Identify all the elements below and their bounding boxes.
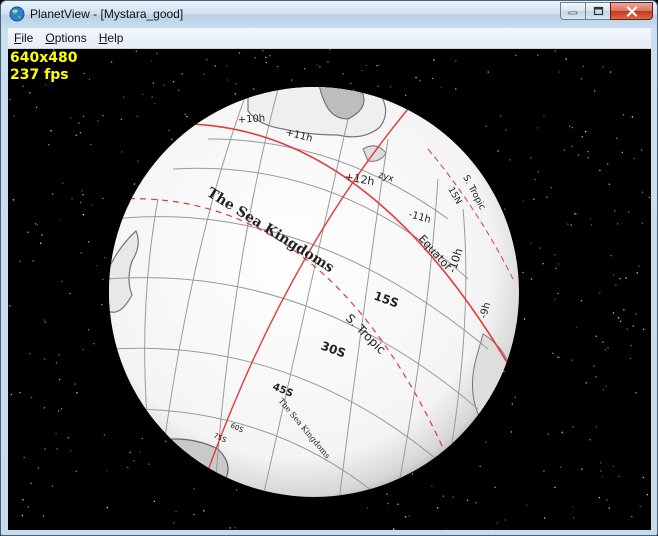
close-icon — [626, 5, 637, 17]
minimize-button[interactable] — [560, 2, 586, 20]
globe-icon — [9, 6, 25, 22]
fps-readout: 237 fps — [10, 67, 69, 83]
globe-scene[interactable]: +10h +11h +12h -11h -10h -9h Equator 15N… — [8, 49, 651, 530]
window-title: PlanetView - [Mystara_good] — [30, 7, 184, 21]
title-bar[interactable]: PlanetView - [Mystara_good] — [1, 1, 657, 28]
maximize-button[interactable] — [585, 2, 611, 20]
globe: +10h +11h +12h -11h -10h -9h Equator 15N… — [109, 87, 519, 497]
menu-options[interactable]: Options — [39, 28, 92, 48]
maximize-icon — [593, 6, 603, 16]
southern-landmass — [127, 438, 229, 497]
render-viewport[interactable]: +10h +11h +12h -11h -10h -9h Equator 15N… — [8, 49, 651, 530]
menu-file[interactable]: File — [8, 28, 39, 48]
menu-help[interactable]: Help — [93, 28, 130, 48]
minimize-icon — [568, 11, 578, 15]
hour-label: +10h — [237, 113, 265, 126]
resolution-readout: 640x480 — [10, 50, 78, 66]
app-window: PlanetView - [Mystara_good] File Options… — [0, 0, 658, 536]
close-button[interactable] — [610, 2, 653, 20]
menu-bar: File Options Help — [8, 28, 651, 49]
